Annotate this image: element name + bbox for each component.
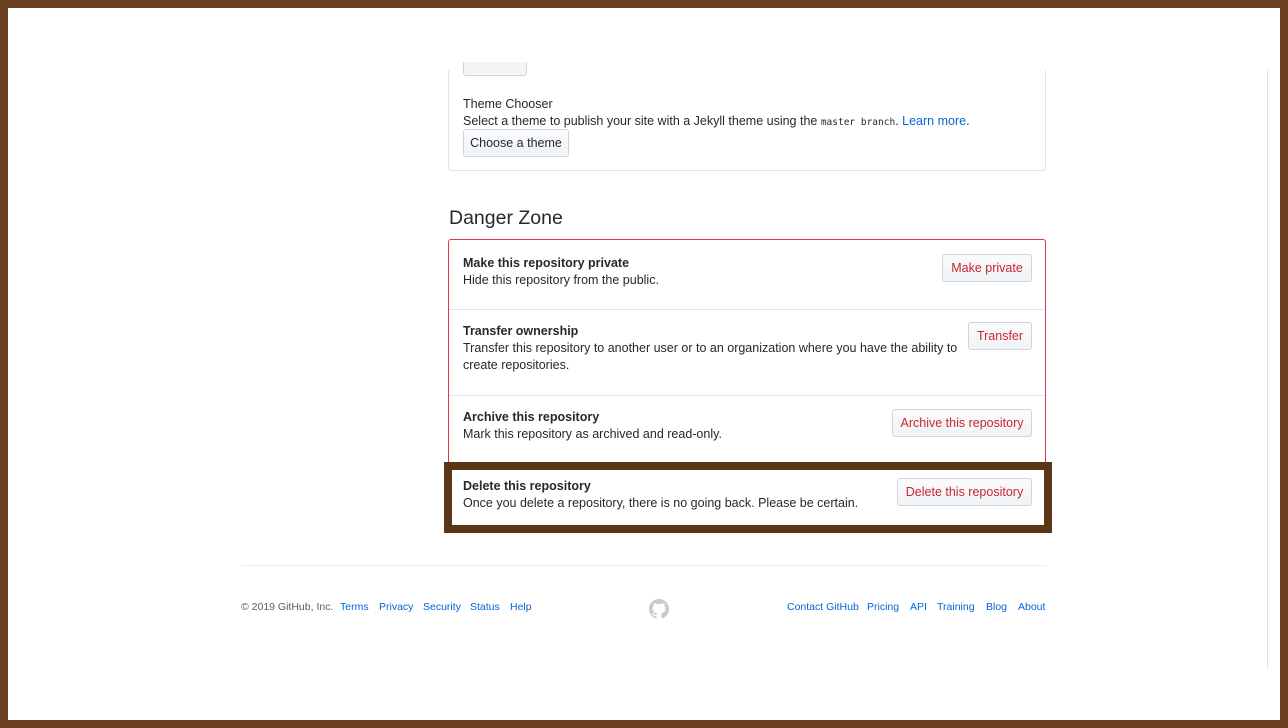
footer-link-security[interactable]: Security [423, 601, 461, 613]
footer-divider [241, 565, 1046, 566]
footer-link-status[interactable]: Status [470, 601, 500, 613]
row-title: Archive this repository [463, 410, 600, 424]
github-pages-box: Theme Chooser Select a theme to publish … [448, 62, 1046, 171]
transfer-ownership-row: Transfer ownership Transfer this reposit… [449, 309, 1045, 395]
make-private-button[interactable]: Make private [942, 254, 1032, 282]
scrollbar-track[interactable] [1267, 70, 1268, 670]
row-description: Mark this repository as archived and rea… [463, 427, 722, 441]
github-octocat-icon[interactable] [649, 599, 669, 619]
footer-link-contact[interactable]: Contact GitHub [787, 601, 859, 613]
danger-zone-box: Make this repository private Hide this r… [448, 239, 1046, 531]
delete-repository-row: Delete this repository Once you delete a… [449, 464, 1045, 530]
delete-repository-button[interactable]: Delete this repository [897, 478, 1032, 506]
footer-link-about[interactable]: About [1018, 601, 1045, 613]
footer-copyright: © 2019 GitHub, Inc. [241, 601, 334, 613]
branch-code: master branch [820, 117, 896, 128]
row-description: Once you delete a repository, there is n… [463, 496, 859, 510]
partial-hidden-button[interactable] [463, 62, 527, 76]
footer-link-api[interactable]: API [910, 601, 927, 613]
archive-repository-row: Archive this repository Mark this reposi… [449, 395, 1045, 464]
choose-theme-button[interactable]: Choose a theme [463, 129, 569, 157]
footer-link-terms[interactable]: Terms [340, 601, 369, 613]
row-title: Transfer ownership [463, 324, 579, 338]
row-title: Make this repository private [463, 256, 630, 270]
theme-desc-end: . [966, 114, 970, 128]
footer-link-privacy[interactable]: Privacy [379, 601, 413, 613]
footer-link-training[interactable]: Training [937, 601, 975, 613]
make-private-row: Make this repository private Hide this r… [449, 240, 1045, 309]
learn-more-link[interactable]: Learn more [902, 114, 966, 128]
danger-zone-title: Danger Zone [449, 207, 563, 229]
footer-link-blog[interactable]: Blog [986, 601, 1007, 613]
row-description: Hide this repository from the public. [463, 273, 659, 287]
page-viewport: Theme Chooser Select a theme to publish … [8, 8, 1280, 720]
row-title: Delete this repository [463, 479, 591, 493]
row-description: Transfer this repository to another user… [463, 341, 958, 372]
theme-chooser-description: Select a theme to publish your site with… [463, 114, 970, 128]
transfer-button[interactable]: Transfer [968, 322, 1032, 350]
footer-link-pricing[interactable]: Pricing [867, 601, 899, 613]
theme-desc-prefix: Select a theme to publish your site with… [463, 114, 821, 128]
archive-repository-button[interactable]: Archive this repository [892, 409, 1032, 437]
theme-chooser-title: Theme Chooser [463, 97, 553, 111]
footer-link-help[interactable]: Help [510, 601, 532, 613]
